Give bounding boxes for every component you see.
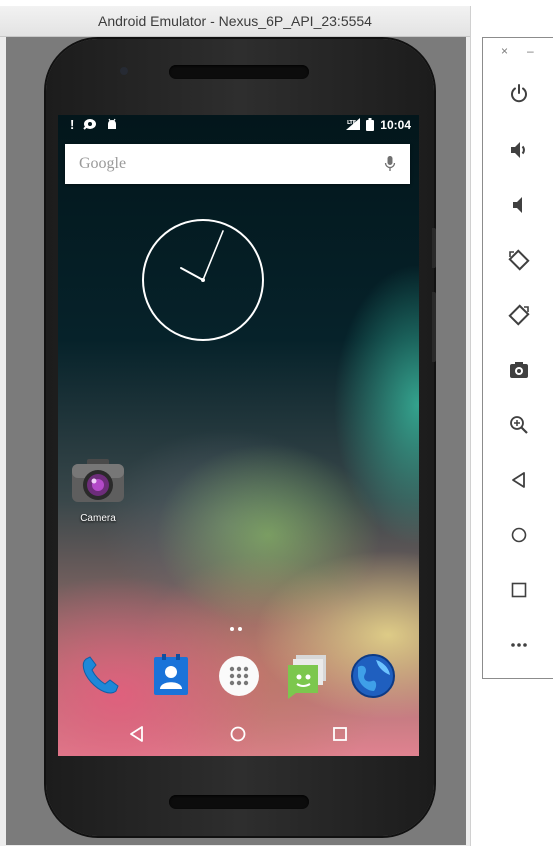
battery-icon [366, 118, 375, 132]
rotate-left-icon [508, 249, 530, 271]
volume-up-icon [511, 142, 525, 158]
screenshot-button[interactable] [505, 356, 533, 384]
power-side-button[interactable] [432, 228, 436, 268]
zoom-button[interactable] [505, 411, 533, 439]
recents-icon[interactable] [329, 723, 351, 745]
status-bar[interactable]: ! LTE 10:04 [58, 115, 419, 137]
search-placeholder: Google [79, 155, 127, 172]
home-icon [511, 527, 527, 543]
mic-icon[interactable] [384, 155, 396, 173]
power-icon [511, 84, 527, 103]
phone-screen[interactable]: ! LTE 10:04 Google Camera [58, 115, 419, 756]
camera-app-label: Camera [80, 513, 116, 524]
navigation-bar [58, 711, 419, 756]
front-camera [120, 67, 128, 75]
android-debug-icon [106, 118, 118, 132]
earpiece-speaker [169, 65, 309, 79]
extended-controls-panel: × – [482, 37, 553, 679]
apps-drawer-icon[interactable] [216, 653, 262, 699]
camera-app-shortcut[interactable]: Camera [68, 457, 128, 524]
screenshot-icon [510, 362, 528, 378]
zoom-icon [510, 416, 528, 434]
alert-icon: ! [70, 117, 75, 132]
volume-side-button[interactable] [432, 292, 436, 362]
overview-button[interactable] [505, 576, 533, 604]
signal-icon: LTE [346, 118, 361, 132]
browser-icon[interactable] [350, 653, 396, 699]
home-button[interactable] [505, 521, 533, 549]
clock-hour-hand [180, 267, 204, 281]
more-icon [511, 643, 527, 647]
clock-minute-hand [202, 230, 224, 281]
back-button[interactable] [505, 466, 533, 494]
overview-icon [511, 582, 527, 598]
rotate-left-button[interactable] [505, 246, 533, 274]
page-dot [238, 627, 242, 631]
svg-text:LTE: LTE [347, 120, 357, 126]
sync-icon [83, 118, 97, 132]
messaging-icon[interactable] [284, 653, 330, 699]
volume-up-button[interactable] [505, 136, 533, 164]
power-button[interactable] [505, 80, 533, 108]
rotate-right-icon [508, 304, 530, 326]
phone-icon[interactable] [78, 653, 124, 699]
dock [58, 647, 419, 701]
rotate-right-button[interactable] [505, 301, 533, 329]
more-button[interactable] [505, 631, 533, 659]
back-icon[interactable] [126, 723, 148, 745]
contacts-icon[interactable] [148, 653, 194, 699]
status-time: 10:04 [380, 118, 411, 132]
analog-clock-widget[interactable] [141, 218, 265, 342]
page-dot [230, 627, 234, 631]
panel-close-button[interactable]: × [501, 44, 508, 58]
panel-minimize-button[interactable]: – [527, 44, 534, 58]
camera-icon [70, 457, 126, 510]
window-title: Android Emulator - Nexus_6P_API_23:5554 [0, 6, 470, 37]
volume-down-icon [513, 197, 522, 213]
volume-down-button[interactable] [505, 191, 533, 219]
bottom-speaker [169, 795, 309, 809]
back-icon [512, 472, 525, 488]
home-icon[interactable] [227, 723, 249, 745]
page-indicator [230, 627, 242, 631]
google-search-bar[interactable]: Google [65, 144, 410, 184]
